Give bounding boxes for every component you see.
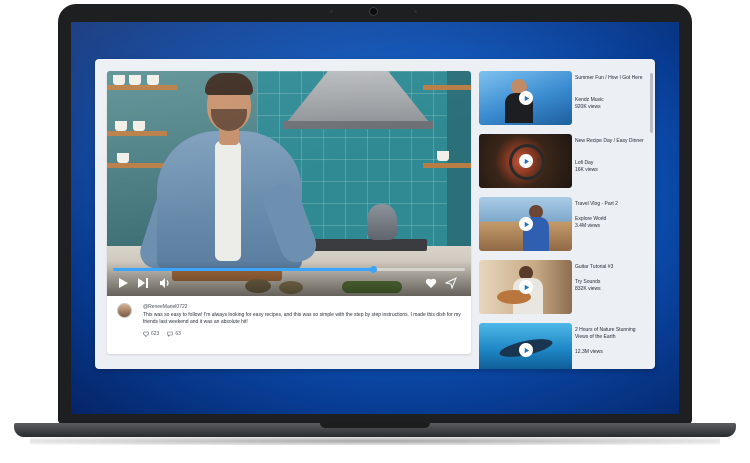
play-button[interactable] [117,277,129,289]
play-icon [524,347,529,353]
recommendation-views: 3.4M views [575,223,601,229]
heart-icon [425,278,437,288]
play-icon [524,284,529,290]
play-icon [524,158,529,164]
heart-outline-icon [143,331,149,337]
video-app-window: @ReneeMariel0722 This was so easy to fol… [95,59,655,369]
avatar[interactable] [117,303,132,318]
volume-icon [160,278,169,288]
recommendation-title[interactable]: 2 Hours of Nature Stunning Views of the … [575,327,647,340]
sidebar-scrollbar[interactable] [650,73,653,133]
screen: @ReneeMariel0722 This was so easy to fol… [71,22,679,414]
video-progress-fill [113,268,374,271]
video-progress-bar[interactable] [113,266,465,273]
video-player[interactable] [107,71,471,296]
play-icon [119,278,128,288]
recommendation-item[interactable]: 2 Hours of Nature Stunning Views of the … [479,323,649,369]
recommendation-item[interactable]: Guitar Tutorial #3 Try Sounds 832K views [479,260,649,314]
video-thumbnail[interactable] [479,134,572,188]
recommendation-channel[interactable]: Lofi Day [575,160,593,166]
main-video-card: @ReneeMariel0722 This was so easy to fol… [107,71,471,354]
comment-text: This was so easy to follow! I'm always l… [143,312,461,325]
recommendation-item[interactable]: Summer Fun / How I Got Here Kendz Music … [479,71,649,125]
play-icon [524,95,529,101]
webcam [369,7,378,16]
skip-next-icon [138,278,148,288]
recommendation-title[interactable]: New Recipe Day / Easy Dinner [575,138,647,145]
recommendation-title[interactable]: Travel Vlog - Part 2 [575,201,647,208]
recommendation-views: 920K views [575,104,601,110]
recommendation-title[interactable]: Summer Fun / How I Got Here [575,75,647,82]
like-button[interactable] [425,277,437,289]
play-badge [519,217,533,231]
send-icon [445,277,457,289]
sensor-dot [330,10,333,13]
share-button[interactable] [445,277,457,289]
video-thumbnail[interactable] [479,71,572,125]
play-badge [519,343,533,357]
video-thumbnail[interactable] [479,323,572,369]
comment-username[interactable]: @ReneeMariel0722 [143,304,188,310]
sensor-dot [414,10,417,13]
laptop: @ReneeMariel0722 This was so easy to fol… [0,0,750,463]
play-icon [524,221,529,227]
speech-bubble-icon [167,331,173,337]
recommendation-channel[interactable]: Explore World [575,216,606,222]
video-thumbnail[interactable] [479,260,572,314]
recommendation-item[interactable]: Travel Vlog - Part 2 Explore World 3.4M … [479,197,649,251]
comment-reply-count: 63 [175,331,181,337]
recommendation-views: 12.3M views [575,349,603,355]
video-thumbnail[interactable] [479,197,572,251]
recommendation-views: 832K views [575,286,601,292]
comment-stats: 623 63 [143,331,181,337]
volume-button[interactable] [159,277,171,289]
recommendation-item[interactable]: New Recipe Day / Easy Dinner Lofi Day 16… [479,134,649,188]
play-badge [519,91,533,105]
comment-like-button[interactable]: 623 [143,331,159,337]
comment-reply-button[interactable]: 63 [167,331,181,337]
recommendation-views: 16K views [575,167,598,173]
play-badge [519,154,533,168]
next-button[interactable] [137,277,149,289]
recommendations-list: Summer Fun / How I Got Here Kendz Music … [479,71,649,369]
comment-like-count: 623 [151,331,160,337]
recommendation-title[interactable]: Guitar Tutorial #3 [575,264,647,271]
play-badge [519,280,533,294]
recommendation-channel[interactable]: Kendz Music [575,97,604,103]
recommendation-channel[interactable]: Try Sounds [575,279,600,285]
